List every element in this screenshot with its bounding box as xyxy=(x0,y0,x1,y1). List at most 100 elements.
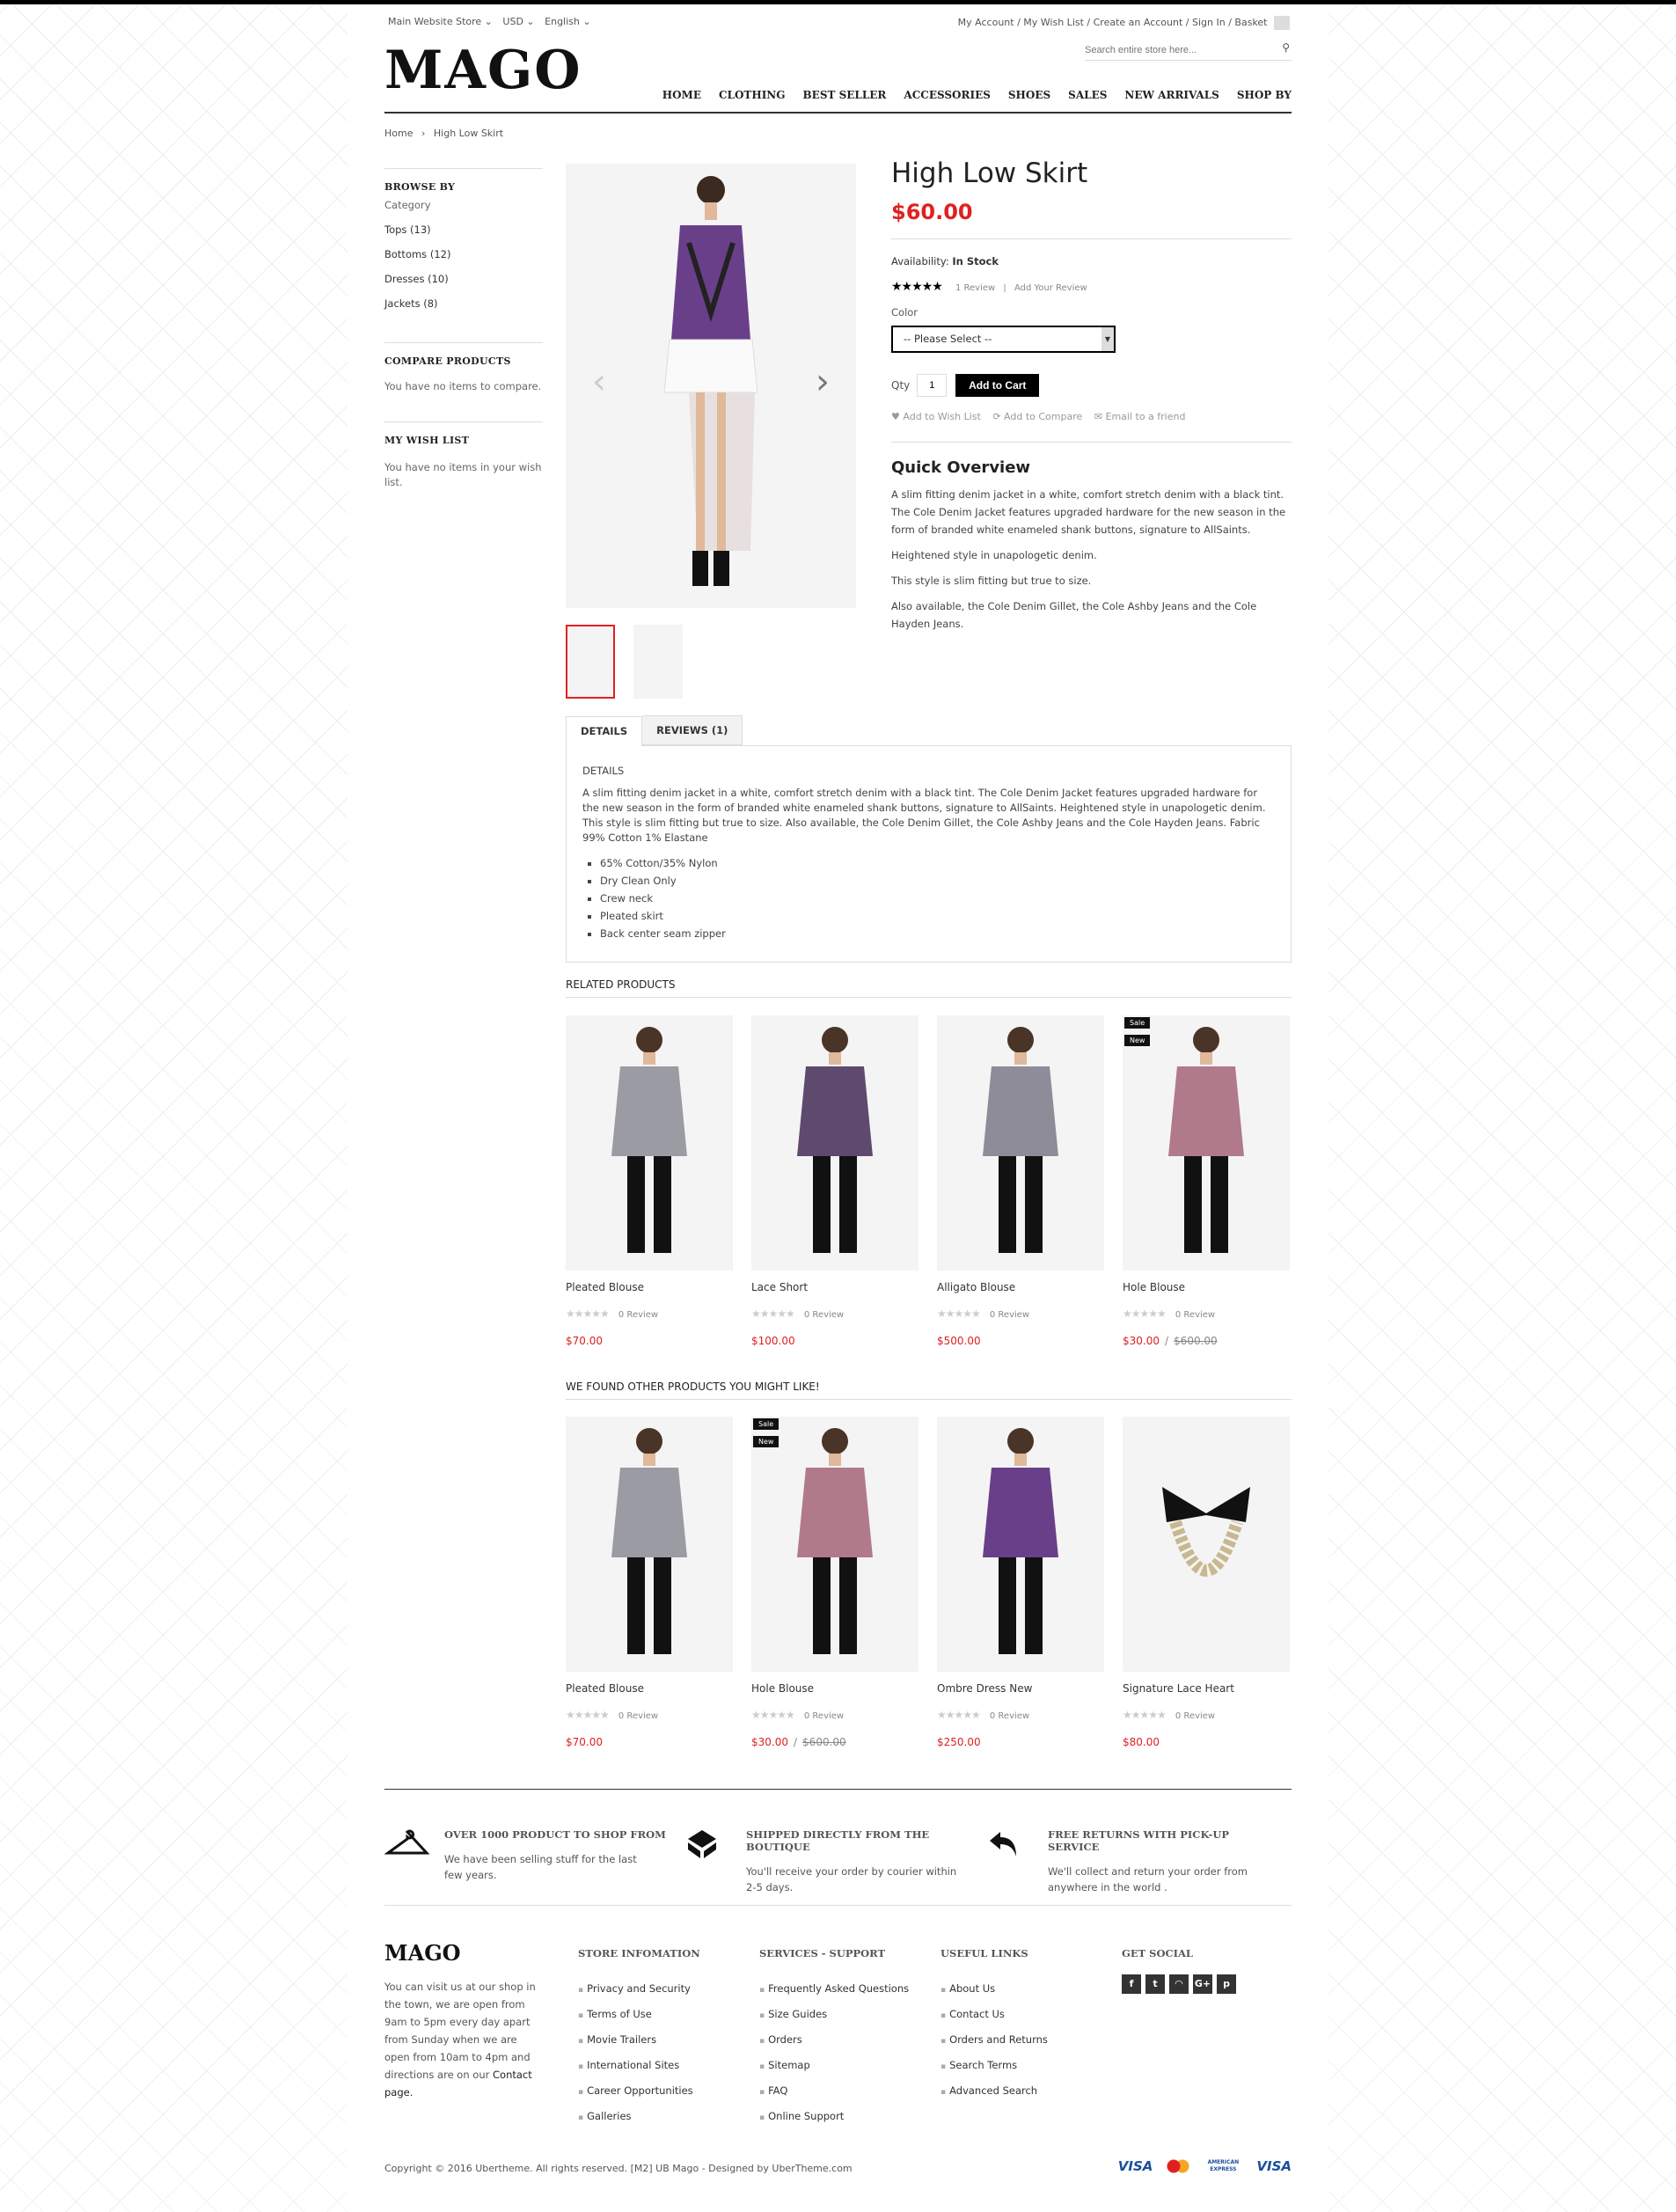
color-select[interactable]: -- Please Select -- ▼ xyxy=(891,326,1116,353)
add-to-cart-button[interactable]: Add to Cart xyxy=(955,374,1040,397)
product-name[interactable]: Pleated Blouse xyxy=(566,1281,733,1293)
tab-reviews[interactable]: REVIEWS (1) xyxy=(642,715,743,745)
add-to-wishlist-link[interactable]: Add to Wish List xyxy=(903,411,980,422)
feature-item: SHIPPED DIRECTLY FROM THE BOUTIQUE You'll… xyxy=(686,1828,977,1895)
thumbnail-1[interactable] xyxy=(566,625,615,699)
footer-link[interactable]: Orders and Returns xyxy=(940,2028,1048,2054)
nav-sales[interactable]: SALES xyxy=(1068,89,1107,101)
category-label: Category xyxy=(384,199,431,211)
heart-icon: ♥ xyxy=(891,411,900,422)
product-name[interactable]: Signature Lace Heart xyxy=(1123,1682,1290,1695)
product-image[interactable] xyxy=(937,1417,1104,1672)
nav-accessories[interactable]: ACCESSORIES xyxy=(904,89,990,101)
twitter-icon[interactable]: t xyxy=(1145,1974,1165,1994)
footer-link[interactable]: Privacy and Security xyxy=(578,1977,700,2003)
prev-image-arrow[interactable]: ‹ xyxy=(592,362,606,402)
nav-best-seller[interactable]: BEST SELLER xyxy=(803,89,887,101)
store-switcher[interactable]: Main Website Store ⌄ xyxy=(388,16,493,27)
search-icon[interactable]: ⚲ xyxy=(1282,41,1290,54)
category-bottoms[interactable]: Bottoms (12) xyxy=(384,242,543,267)
email-friend-link[interactable]: Email to a friend xyxy=(1106,411,1186,422)
search-input[interactable] xyxy=(1085,45,1261,55)
product-price: $250.00 xyxy=(937,1736,981,1748)
product-image[interactable]: Sale New xyxy=(751,1417,919,1672)
payment-icons: VISA AMERICAN EXPRESS VISA xyxy=(1118,2158,1292,2174)
my-account-link[interactable]: My Account xyxy=(958,17,1014,28)
add-review-link[interactable]: Add Your Review xyxy=(1014,283,1087,293)
review-count: 0 Review xyxy=(989,1711,1030,1721)
product-image[interactable] xyxy=(1123,1417,1290,1672)
next-image-arrow[interactable]: › xyxy=(816,362,830,402)
product-price: $500.00 xyxy=(937,1335,981,1347)
nav-shop-by[interactable]: SHOP BY xyxy=(1237,89,1292,101)
nav-home[interactable]: HOME xyxy=(662,89,701,101)
product-image[interactable] xyxy=(937,1015,1104,1271)
nav-clothing[interactable]: CLOTHING xyxy=(719,89,786,101)
footer-link[interactable]: Movie Trailers xyxy=(578,2028,700,2054)
thumbnail-2[interactable] xyxy=(633,625,683,699)
product-name[interactable]: Hole Blouse xyxy=(1123,1281,1290,1293)
footer-useful-links: USEFUL LINKSAbout UsContact UsOrders and… xyxy=(940,1947,1048,2105)
product-name[interactable]: Hole Blouse xyxy=(751,1682,919,1695)
nav-new-arrivals[interactable]: NEW ARRIVALS xyxy=(1124,89,1219,101)
sidebar: BROWSE BY Category Tops (13) Bottoms (12… xyxy=(384,168,543,490)
nav-shoes[interactable]: SHOES xyxy=(1008,89,1050,101)
feature-item: FREE RETURNS WITH PICK-UP SERVICE We'll c… xyxy=(988,1828,1278,1895)
divider xyxy=(891,442,1292,443)
sign-in-link[interactable]: Sign In xyxy=(1192,17,1226,28)
product-name[interactable]: Lace Short xyxy=(751,1281,919,1293)
rating-stars: ★★★★★ xyxy=(751,1709,795,1721)
logo[interactable]: MAGO xyxy=(384,44,582,97)
product-image[interactable]: Sale New xyxy=(1123,1015,1290,1271)
qty-input[interactable] xyxy=(917,374,948,397)
product-image[interactable] xyxy=(566,1015,733,1271)
footer-link[interactable]: International Sites xyxy=(578,2054,700,2079)
language-switcher[interactable]: English ⌄ xyxy=(545,16,590,27)
footer-link[interactable]: Advanced Search xyxy=(940,2079,1048,2105)
footer-link[interactable]: Orders xyxy=(759,2028,909,2054)
category-jackets[interactable]: Jackets (8) xyxy=(384,291,543,316)
compare-title: COMPARE PRODUCTS xyxy=(384,355,511,367)
footer-link[interactable]: Contact Us xyxy=(940,2003,1048,2028)
product-name[interactable]: Pleated Blouse xyxy=(566,1682,733,1695)
review-count: 0 Review xyxy=(1175,1711,1216,1721)
product-name[interactable]: Alligato Blouse xyxy=(937,1281,1104,1293)
rating-stars: ★★★★★ xyxy=(566,1709,610,1721)
footer-link[interactable]: Sitemap xyxy=(759,2054,909,2079)
overview-title: Quick Overview xyxy=(891,458,1031,477)
footer-link[interactable]: About Us xyxy=(940,1977,1048,2003)
compare-text: You have no items to compare. xyxy=(384,380,542,392)
footer-link[interactable]: Online Support xyxy=(759,2105,909,2130)
basket-icon[interactable] xyxy=(1274,16,1290,30)
category-tops[interactable]: Tops (13) xyxy=(384,217,543,242)
facebook-icon[interactable]: f xyxy=(1122,1974,1141,1994)
footer-link[interactable]: Galleries xyxy=(578,2105,700,2130)
footer-about-text: You can visit us at our shop in the town… xyxy=(384,1981,536,2098)
currency-switcher[interactable]: USD ⌄ xyxy=(502,16,534,27)
product-image[interactable] xyxy=(751,1015,919,1271)
rss-icon[interactable]: ◠ xyxy=(1169,1974,1189,1994)
product-image[interactable] xyxy=(566,1417,733,1672)
pinterest-icon[interactable]: p xyxy=(1217,1974,1236,1994)
product-name[interactable]: Ombre Dress New xyxy=(937,1682,1104,1695)
basket-link[interactable]: Basket xyxy=(1234,17,1267,28)
footer-link[interactable]: Frequently Asked Questions xyxy=(759,1977,909,2003)
footer-link[interactable]: Career Opportunities xyxy=(578,2079,700,2105)
footer-link[interactable]: FAQ xyxy=(759,2079,909,2105)
category-dresses[interactable]: Dresses (10) xyxy=(384,267,543,291)
product-photo xyxy=(663,176,758,586)
footer-link[interactable]: Search Terms xyxy=(940,2054,1048,2079)
google-plus-icon[interactable]: G+ xyxy=(1193,1974,1212,1994)
tab-details[interactable]: DETAILS xyxy=(566,716,643,746)
return-arrow-icon xyxy=(988,1828,1020,1862)
add-to-compare-link[interactable]: Add to Compare xyxy=(1004,411,1082,422)
breadcrumb-home[interactable]: Home xyxy=(384,128,413,139)
divider xyxy=(891,238,1292,239)
wishlist-link[interactable]: My Wish List xyxy=(1023,17,1084,28)
footer-link[interactable]: Size Guides xyxy=(759,2003,909,2028)
reviews-link[interactable]: 1 Review xyxy=(955,283,995,293)
footer-link[interactable]: Terms of Use xyxy=(578,2003,700,2028)
product-actions: ♥ Add to Wish List ⟳ Add to Compare ✉ Em… xyxy=(891,411,1292,422)
create-account-link[interactable]: Create an Account xyxy=(1094,17,1183,28)
main-product-image[interactable]: ‹ › xyxy=(566,164,856,608)
